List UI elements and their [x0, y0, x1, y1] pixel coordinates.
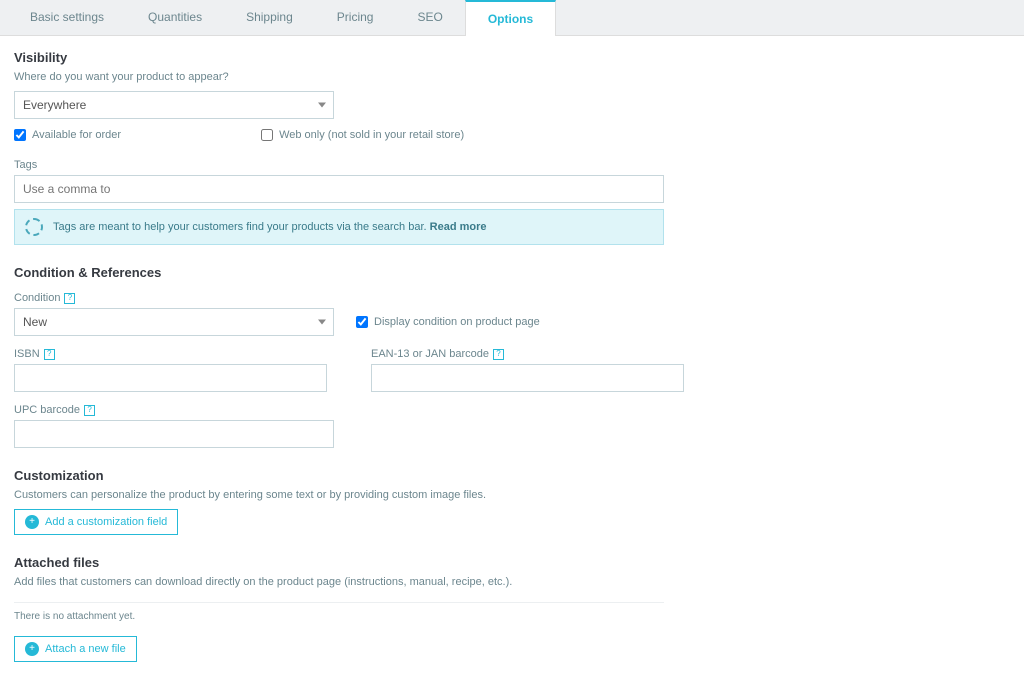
help-icon[interactable]: ? [44, 349, 55, 360]
customization-helper: Customers can personalize the product by… [14, 489, 1010, 501]
upc-label: UPC barcode [14, 404, 80, 416]
condition-label: Condition [14, 292, 60, 304]
display-condition-input[interactable] [356, 316, 368, 328]
tab-shipping[interactable]: Shipping [224, 0, 315, 35]
web-only-input[interactable] [261, 129, 273, 141]
tab-quantities[interactable]: Quantities [126, 0, 224, 35]
tab-options[interactable]: Options [465, 0, 556, 36]
visibility-select[interactable]: Everywhere [14, 91, 334, 119]
web-only-checkbox[interactable]: Web only (not sold in your retail store) [261, 129, 464, 141]
divider [14, 602, 664, 603]
attach-file-label: Attach a new file [45, 643, 126, 655]
plus-icon: + [25, 515, 39, 529]
upc-input[interactable] [14, 420, 334, 448]
tags-label: Tags [14, 159, 1010, 171]
isbn-label: ISBN [14, 348, 40, 360]
display-condition-label: Display condition on product page [374, 316, 540, 328]
ean-label: EAN-13 or JAN barcode [371, 348, 489, 360]
visibility-title: Visibility [14, 50, 1010, 65]
condition-select[interactable]: New [14, 308, 334, 336]
tags-info-alert: Tags are meant to help your customers fi… [14, 209, 664, 245]
available-for-order-input[interactable] [14, 129, 26, 141]
help-icon[interactable]: ? [493, 349, 504, 360]
attached-helper: Add files that customers can download di… [14, 576, 1010, 588]
display-condition-checkbox[interactable]: Display condition on product page [356, 316, 540, 328]
tab-bar: Basic settings Quantities Shipping Prici… [0, 0, 1024, 36]
add-customization-button[interactable]: + Add a customization field [14, 509, 178, 535]
attach-file-button[interactable]: + Attach a new file [14, 636, 137, 662]
tags-info-text: Tags are meant to help your customers fi… [53, 221, 427, 233]
plus-icon: + [25, 642, 39, 656]
visibility-helper: Where do you want your product to appear… [14, 71, 1010, 83]
add-customization-label: Add a customization field [45, 516, 167, 528]
info-icon [25, 218, 43, 236]
help-icon[interactable]: ? [84, 405, 95, 416]
tags-info-link[interactable]: Read more [430, 221, 487, 233]
tab-seo[interactable]: SEO [395, 0, 464, 35]
options-panel: Visibility Where do you want your produc… [0, 36, 1024, 680]
tags-input[interactable] [14, 175, 664, 203]
condition-title: Condition & References [14, 265, 1010, 280]
help-icon[interactable]: ? [64, 293, 75, 304]
available-for-order-checkbox[interactable]: Available for order [14, 129, 121, 141]
tab-pricing[interactable]: Pricing [315, 0, 396, 35]
available-for-order-label: Available for order [32, 129, 121, 141]
customization-title: Customization [14, 468, 1010, 483]
web-only-label: Web only (not sold in your retail store) [279, 129, 464, 141]
attached-title: Attached files [14, 555, 1010, 570]
tab-basic-settings[interactable]: Basic settings [8, 0, 126, 35]
ean-input[interactable] [371, 364, 684, 392]
isbn-input[interactable] [14, 364, 327, 392]
attached-empty: There is no attachment yet. [14, 611, 1010, 622]
